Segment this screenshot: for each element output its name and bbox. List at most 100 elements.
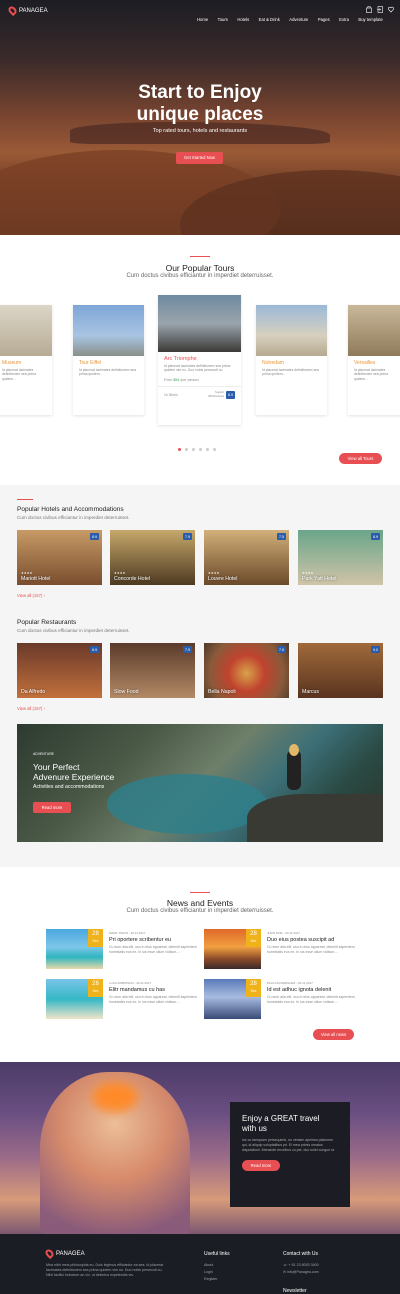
carousel-dot[interactable] [213,448,216,451]
nav-adventure[interactable]: Adventure [289,17,308,22]
nav-tours[interactable]: Tours [218,17,228,22]
news-item: MARK TWAIN - 20.11.2017 Pri oportere scr… [109,931,197,955]
rating-score: 8.9 [226,390,235,399]
hotel-name: Concorde Hotel [114,576,151,582]
footer-link-register[interactable]: Register [204,1276,217,1283]
tour-image [0,305,52,356]
date-badge: 28 Dec [88,979,103,997]
news-item-title[interactable]: Duo eius postea suscipit ad [267,937,355,943]
news-item-title[interactable]: Elitr mandamus cu has [109,987,197,993]
carousel-dot[interactable] [192,448,195,451]
restaurant-tile[interactable]: 7.5 Bella Napoli [204,643,289,698]
carousel-dot[interactable] [185,448,188,451]
adventure-title-line: Advenure Experience [33,772,115,782]
contact-title: Contact with Us [283,1251,319,1257]
tour-desc: Id placerat tacimates definitionem sea p… [262,368,319,377]
get-started-button[interactable]: Get Started Now [176,152,223,164]
map-pin-icon [43,1247,56,1260]
carousel-dot-active[interactable] [178,448,181,451]
date-month: Dec [250,939,257,943]
view-all-hotels-link[interactable]: View all (157) › [17,593,45,598]
news-subtitle: Cum doctus civibus efficiantur in imperd… [126,908,274,914]
star-rating: ★★★★ [21,571,33,575]
hotel-tile[interactable]: 7.5 ★★★★ Louvre Hotel [204,530,289,585]
footer-link-about[interactable]: About [204,1262,217,1269]
price-value: $54 [173,377,180,382]
contact-phone[interactable]: ☏ + 61 23 8093 3400 [283,1262,319,1269]
brand-logo[interactable]: PANAGEA [6,4,48,17]
nav-home[interactable]: Home [197,17,208,22]
news-image[interactable]: 28 Dec [46,929,103,969]
heart-icon[interactable] [388,6,394,13]
section-divider [17,499,33,500]
tour-desc: Id placerat tacimates definitionem sea p… [2,368,37,381]
nav-extra[interactable]: Extra [339,17,349,22]
restaurant-name: Bella Napoli [208,689,236,695]
tour-name: Arc Triomphe [164,356,197,362]
view-all-tours-button[interactable]: View all Tours [339,453,382,464]
nav-pages[interactable]: Pages [318,17,330,22]
restaurant-name: Slow Food [114,689,139,695]
footer-about: Mea nibh meis philosophia eu. Duis legim… [46,1263,164,1277]
promo-box: Enjoy a GREAT travel with us Ius cu tamq… [230,1102,350,1207]
news-desc: Cu eum alia elit, usu in eius appareat, … [267,995,355,1004]
lantern-flame-shape [92,1082,138,1112]
person-hair-shape [289,744,299,756]
news-item-title[interactable]: Pri oportere scribentur eu [109,937,197,943]
hotel-tile[interactable]: 8.9 ★★★★ Park Yatt Hotel [298,530,383,585]
contact-email[interactable]: ✉ info@Panagea.com [283,1269,319,1276]
news-item: LUCA ROBINSON - 20.11.2017 Elitr mandamu… [109,981,197,1005]
news-desc: Cu eum alia elit, usu in eius appareat, … [109,945,197,954]
adventure-read-more-button[interactable]: Read more [33,802,71,813]
view-all-label: View all (157) [17,706,43,711]
header-icons [366,6,394,13]
view-all-restaurants-link[interactable]: View all (157) › [17,706,45,711]
phone-icon: ☏ [283,1263,288,1267]
adventure-banner[interactable]: ADVENTURE Your Perfect Advenure Experien… [17,724,383,842]
news-image[interactable]: 28 Dec [46,979,103,1019]
tour-desc: Id placerat tacimates definitionem sea p… [354,368,389,381]
nav-hotels[interactable]: Hotels [237,17,249,22]
hotel-tile[interactable]: 7.9 ★★★★ Concorde Hotel [110,530,195,585]
news-item-title[interactable]: Id est adhuc ignota delenit [267,987,355,993]
tour-card-featured[interactable]: Arc Triomphe Id placerat tacimates defin… [158,295,241,425]
footer-brand[interactable]: PANAGEA [43,1247,85,1260]
news-image[interactable]: 28 Dec [204,929,261,969]
hero-title-line: unique places [136,104,264,125]
carousel-dot[interactable] [199,448,202,451]
tour-image [73,305,144,356]
nav-buy-template[interactable]: Buy template [358,17,382,22]
restaurant-tile[interactable]: 7.9 Slow Food [110,643,195,698]
lake-shape [107,774,267,834]
news-item: JHON DOE - 20.11.2017 Duo eius postea su… [267,931,355,955]
tour-image [348,305,400,356]
rating-score: 7.9 [183,646,192,653]
tour-card[interactable]: Notredam Id placerat tacimates definitio… [256,305,327,415]
tour-card[interactable]: Tour Eiffel Id placerat tacimates defini… [73,305,144,415]
tour-card[interactable]: Versailles Id placerat tacimates definit… [348,305,400,415]
footer-link-login[interactable]: Login [204,1269,217,1276]
news-meta: MARK TWAIN - 20.11.2017 [109,931,146,935]
tours-title: Our Popular Tours [165,263,235,273]
view-all-news-button[interactable]: View all news [313,1029,354,1040]
footer: PANAGEA Mea nibh meis philosophia eu. Du… [0,1234,400,1294]
rating-score: 9.0 [371,646,380,653]
news-meta: LUCA ROBINSON - 20.11.2017 [109,981,152,985]
news-image[interactable]: 28 Dec [204,979,261,1019]
tour-desc: Id placerat tacimates definitionem sea p… [79,368,136,377]
restaurant-tile[interactable]: 9.0 Marcus [298,643,383,698]
login-icon[interactable] [377,6,383,13]
tour-name: Versailles [354,360,376,366]
hotel-name: Park Yatt Hotel [302,576,337,582]
nav-eat-drink[interactable]: Eat & Drink [259,17,280,22]
cart-icon[interactable] [366,6,372,13]
tour-card[interactable]: Museum Id placerat tacimates definitione… [0,305,52,415]
main-nav: Home Tours Hotels Eat & Drink Adventure … [192,8,383,26]
rating-score: 8.9 [90,533,99,540]
restaurant-tile[interactable]: 8.9 Da Alfredo [17,643,102,698]
carousel-dot[interactable] [206,448,209,451]
rating-score: 7.5 [277,646,286,653]
hotel-tile[interactable]: 8.9 ★★★★ Mariott Hotel [17,530,102,585]
promo-read-more-button[interactable]: Read more [242,1160,280,1171]
hero-title: Start to Enjoy unique places [0,82,400,126]
